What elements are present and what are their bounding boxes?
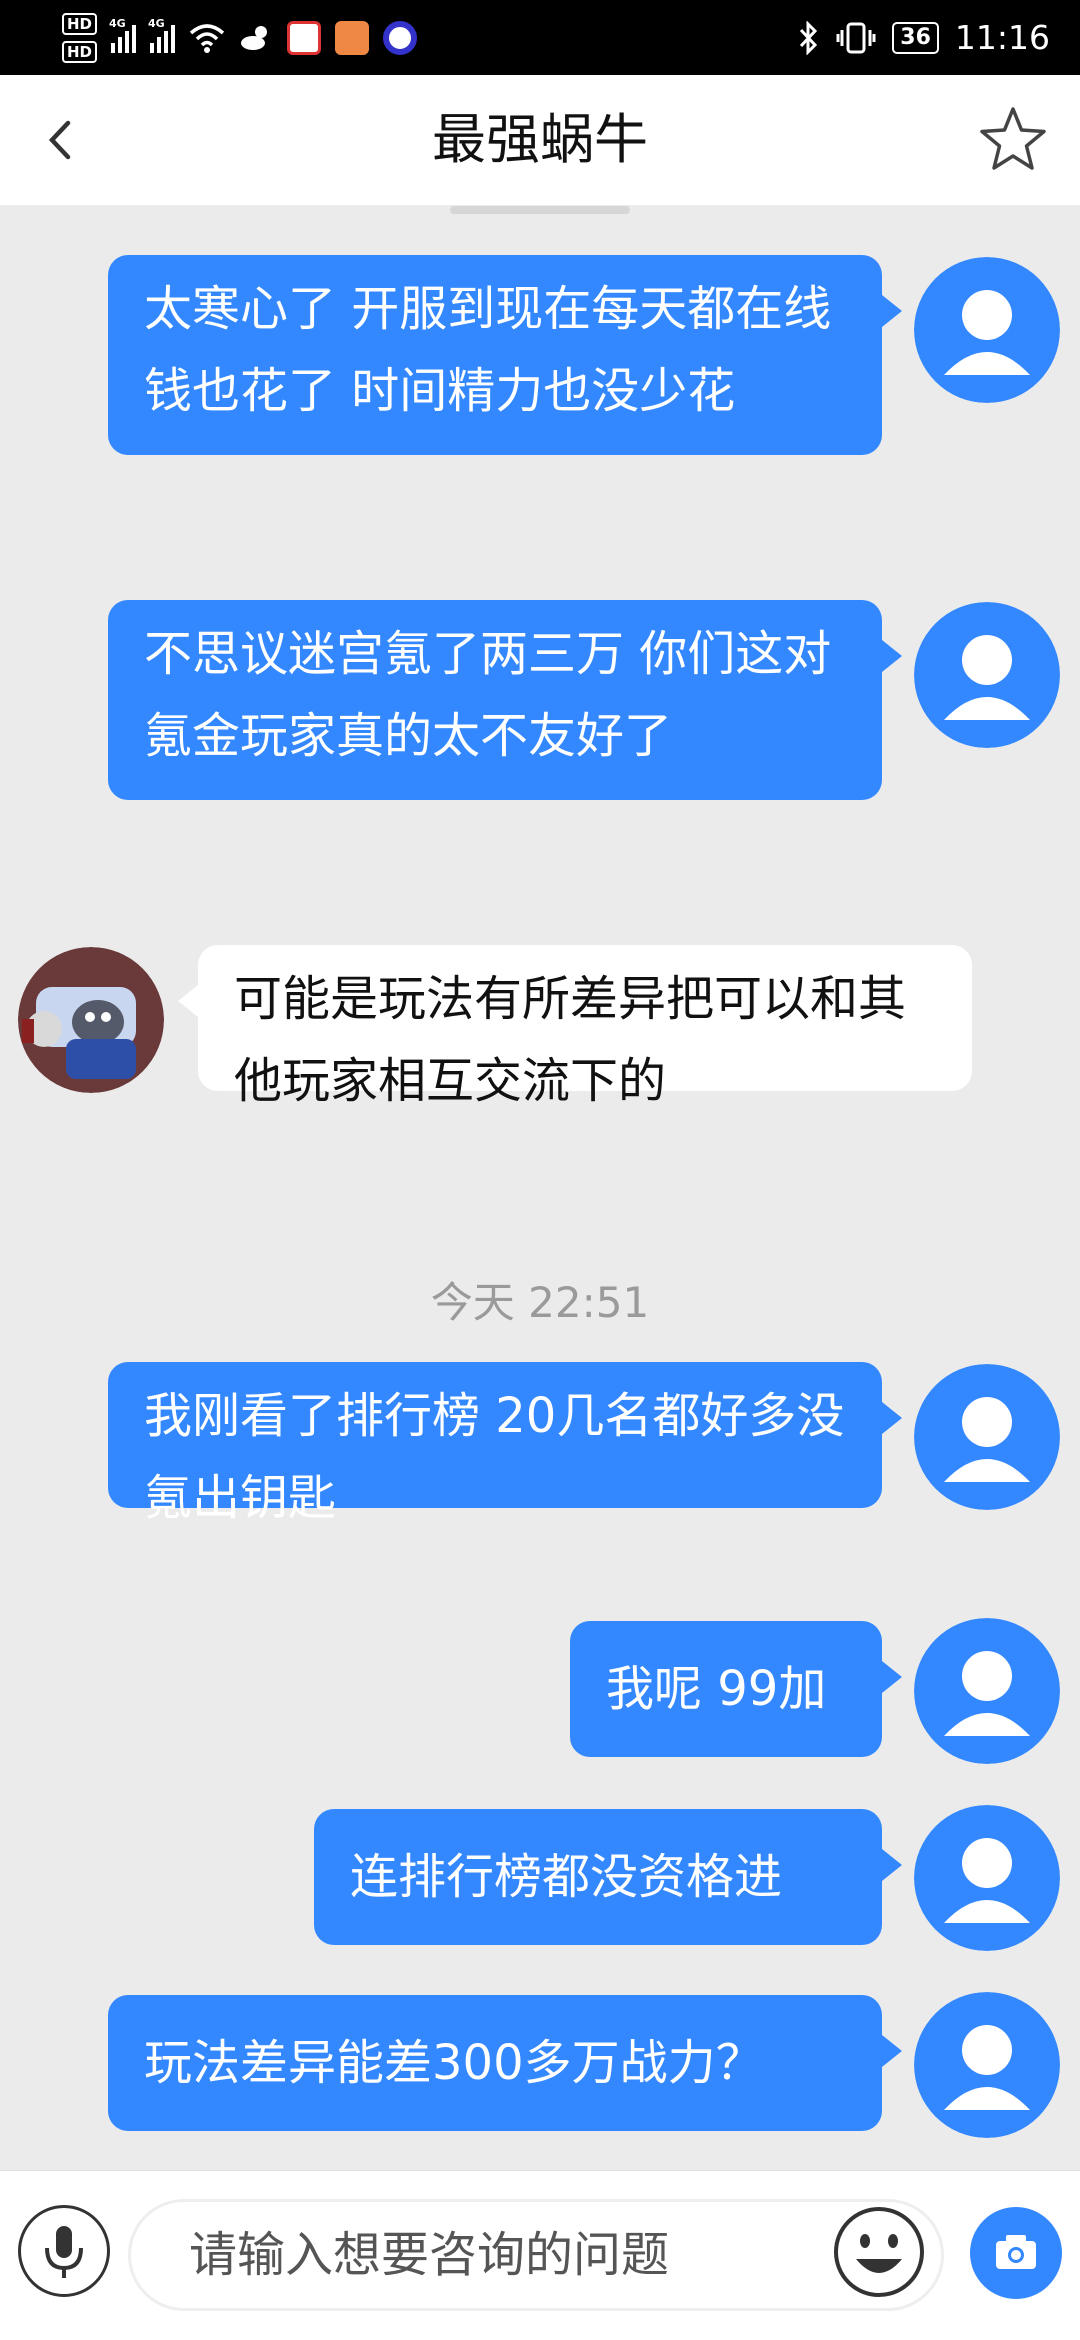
- bubble-tail: [882, 1661, 902, 1693]
- signal-icon: 4G: [109, 17, 137, 53]
- user-avatar[interactable]: [914, 1805, 1060, 1951]
- message-bubble-sent[interactable]: 我刚看了排行榜 20几名都好多没氪出钥匙: [108, 1362, 902, 1526]
- message-bubble-received[interactable]: 可能是玩法有所差异把可以和其他玩家相互交流下的: [178, 945, 972, 1109]
- hd-indicators: HD HD: [62, 13, 98, 63]
- cartoon-cat-avatar-icon: [18, 947, 164, 1093]
- emoji-icon[interactable]: [832, 2205, 926, 2299]
- wifi-icon: [189, 24, 225, 53]
- timestamp-partial: [0, 205, 1080, 215]
- timestamp: 今天 22:51: [430, 1278, 650, 1327]
- user-avatar[interactable]: [914, 1364, 1060, 1510]
- support-avatar[interactable]: [18, 947, 164, 1093]
- message-text: 不思议迷宫氪了两三万 你们这对氪金玩家真的太不友好了: [144, 626, 832, 764]
- message-text: 连排行榜都没资格进: [350, 1849, 783, 1905]
- signal-icon-2: 4G: [148, 17, 176, 53]
- status-left: HD HD 4G 4G: [62, 8, 418, 68]
- user-avatar[interactable]: [914, 1618, 1060, 1764]
- hd-label-2: HD: [62, 41, 98, 63]
- network-type-label: 4G: [109, 17, 126, 30]
- default-avatar-icon: [914, 1618, 1060, 1764]
- microphone-icon: [45, 2226, 83, 2278]
- clock: 11:16: [954, 18, 1050, 57]
- message-text: 我刚看了排行榜 20几名都好多没氪出钥匙: [144, 1388, 845, 1526]
- message-bubble-sent[interactable]: 太寒心了 开服到现在每天都在线 钱也花了 时间精力也没少花: [108, 255, 902, 455]
- message-text: 可能是玩法有所差异把可以和其他玩家相互交流下的: [234, 971, 907, 1109]
- bluetooth-icon: [800, 20, 818, 55]
- camera-icon: [996, 2235, 1036, 2269]
- default-avatar-icon: [914, 257, 1060, 403]
- user-avatar[interactable]: [914, 1992, 1060, 2138]
- notification-app-icon-1: [287, 21, 322, 55]
- bubble-tail: [882, 1849, 902, 1881]
- message-bubble-sent[interactable]: 不思议迷宫氪了两三万 你们这对氪金玩家真的太不友好了: [108, 600, 902, 800]
- network-type-label-2: 4G: [148, 17, 165, 30]
- chat-area[interactable]: 太寒心了 开服到现在每天都在线 钱也花了 时间精力也没少花 不思议迷宫氪了两三万…: [0, 205, 1080, 2170]
- default-avatar-icon: [914, 602, 1060, 748]
- chevron-left-icon[interactable]: [40, 105, 80, 175]
- input-bar: 请输入想要咨询的问题: [0, 2170, 1080, 2340]
- notification-app-icon-2: [335, 21, 370, 55]
- default-avatar-icon: [914, 1805, 1060, 1951]
- bubble-tail: [882, 640, 902, 672]
- bubble-tail: [882, 2035, 902, 2067]
- status-bar: HD HD 4G 4G 36 11:16: [0, 0, 1080, 75]
- bubble-tail: [178, 985, 198, 1017]
- message-bubble-sent[interactable]: 玩法差异能差300多万战力？: [108, 1995, 902, 2131]
- vibrate-icon: [836, 22, 876, 53]
- bubble-tail: [882, 1402, 902, 1434]
- star-outline-icon[interactable]: [976, 103, 1050, 177]
- bubble-tail: [882, 295, 902, 327]
- message-text: 玩法差异能差300多万战力？: [144, 2035, 764, 2091]
- status-right: 36 11:16: [798, 0, 1050, 75]
- message-text: 太寒心了 开服到现在每天都在线 钱也花了 时间精力也没少花: [144, 281, 832, 419]
- voice-input-button[interactable]: [18, 2205, 110, 2297]
- chat-header: 最强蜗牛: [0, 75, 1080, 205]
- message-bubble-sent[interactable]: 我呢 99加: [570, 1621, 902, 1757]
- message-text: 我呢 99加: [606, 1661, 827, 1717]
- question-input[interactable]: 请输入想要咨询的问题: [128, 2199, 944, 2311]
- hd-label-1: HD: [62, 13, 98, 35]
- page-title: 最强蜗牛: [432, 108, 648, 171]
- battery-indicator: 36: [892, 21, 939, 54]
- notification-app-icon-3: [383, 21, 418, 55]
- camera-button[interactable]: [970, 2207, 1062, 2299]
- message-bubble-sent[interactable]: 连排行榜都没资格进: [314, 1809, 902, 1945]
- weather-icon: [241, 26, 268, 50]
- user-avatar[interactable]: [914, 257, 1060, 403]
- default-avatar-icon: [914, 1992, 1060, 2138]
- user-avatar[interactable]: [914, 602, 1060, 748]
- default-avatar-icon: [914, 1364, 1060, 1510]
